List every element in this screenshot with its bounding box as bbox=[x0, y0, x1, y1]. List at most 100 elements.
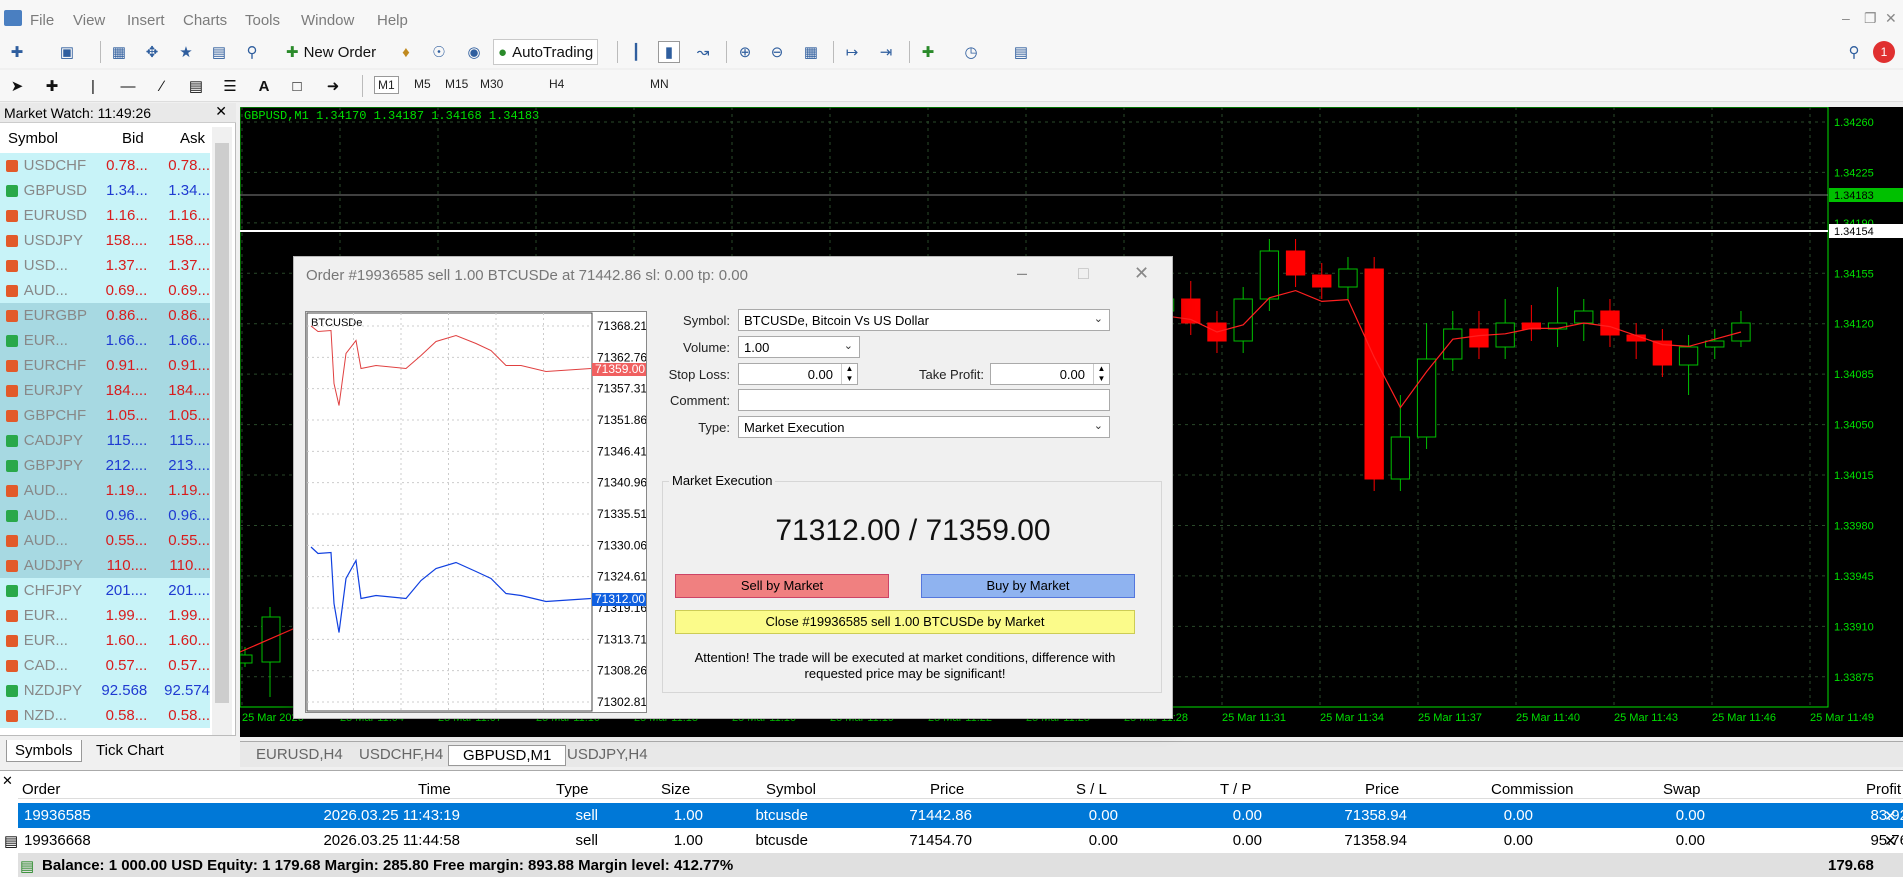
text-label-icon[interactable]: □ bbox=[286, 75, 308, 97]
close-trade-icon[interactable]: ✕ bbox=[1884, 807, 1897, 825]
timeframe-h4[interactable]: H4 bbox=[546, 76, 567, 92]
vertical-line-icon[interactable]: | bbox=[82, 75, 104, 97]
tab-usdchf-h4[interactable]: USDCHF,H4 bbox=[345, 745, 457, 764]
market-watch-row[interactable]: NZD... 0.58... 0.58... bbox=[0, 703, 210, 728]
periods-icon[interactable]: ◷ bbox=[960, 41, 982, 63]
column-current-price[interactable]: Price bbox=[1365, 781, 1399, 798]
minimize-icon[interactable]: – bbox=[1017, 263, 1027, 284]
market-watch-row[interactable]: EUR... 1.66... 1.66... bbox=[0, 328, 210, 353]
metaeditor-icon[interactable]: ♦ bbox=[395, 41, 417, 63]
signals-icon[interactable]: ☉ bbox=[428, 41, 450, 63]
trade-row[interactable]: ▤ 19936668 2026.03.25 11:44:58 sell 1.00 btcu… bbox=[4, 828, 1903, 853]
tab-gbpusd-m1[interactable]: GBPUSD,M1 bbox=[448, 745, 567, 766]
navigator-icon[interactable]: ★ bbox=[175, 41, 197, 63]
autotrading-button[interactable]: ● AutoTrading bbox=[493, 39, 599, 65]
tab-symbols[interactable]: Symbols bbox=[6, 740, 82, 762]
menu-charts[interactable]: Charts bbox=[183, 12, 227, 29]
zoom-out-icon[interactable]: ⊖ bbox=[766, 41, 788, 63]
market-watch-row[interactable]: USDJPY 158.... 158.... bbox=[0, 228, 210, 253]
close-icon[interactable]: ✕ bbox=[2, 773, 13, 789]
market-watch-row[interactable]: EURUSD 1.16... 1.16... bbox=[0, 203, 210, 228]
candlestick-icon[interactable]: ▮ bbox=[658, 41, 680, 63]
trade-row[interactable]: ▤ 19936585 2026.03.25 11:43:19 sell 1.00 btcu… bbox=[4, 803, 1903, 828]
menu-view[interactable]: View bbox=[73, 12, 105, 29]
menu-file[interactable]: File bbox=[30, 12, 54, 29]
menu-help[interactable]: Help bbox=[377, 12, 408, 29]
auto-scroll-icon[interactable]: ↦ bbox=[841, 41, 863, 63]
column-order[interactable]: Order bbox=[22, 781, 60, 798]
fibonacci-icon[interactable]: ☰ bbox=[219, 75, 241, 97]
market-watch-row[interactable]: USDCHF 0.78... 0.78... bbox=[0, 153, 210, 178]
market-watch-row[interactable]: EURJPY 184.... 184.... bbox=[0, 378, 210, 403]
bar-chart-icon[interactable]: ┃ bbox=[625, 41, 647, 63]
column-price[interactable]: Price bbox=[930, 781, 964, 798]
market-watch-row[interactable]: GBPCHF 1.05... 1.05... bbox=[0, 403, 210, 428]
tab-tick-chart[interactable]: Tick Chart bbox=[88, 740, 172, 761]
chart-shift-icon[interactable]: ⇥ bbox=[875, 41, 897, 63]
tab-usdjpy-h4[interactable]: USDJPY,H4 bbox=[553, 745, 662, 764]
close-icon[interactable]: ✕ bbox=[215, 103, 227, 120]
trendline-icon[interactable]: ∕ bbox=[151, 75, 173, 97]
data-window-icon[interactable]: ✥ bbox=[141, 41, 163, 63]
symbol-select[interactable]: BTCUSDe, Bitcoin Vs US Dollar ⌄ bbox=[738, 309, 1110, 331]
equidistant-channel-icon[interactable]: ▤ bbox=[185, 75, 207, 97]
market-watch-row[interactable]: AUDJPY 110.... 110.... bbox=[0, 553, 210, 578]
column-type[interactable]: Type bbox=[556, 781, 589, 798]
column-size[interactable]: Size bbox=[661, 781, 690, 798]
new-chart-icon[interactable]: ✚ bbox=[6, 41, 28, 63]
takeprofit-stepper[interactable]: ▲ ▼ bbox=[1093, 364, 1109, 384]
market-watch-row[interactable]: CHFJPY 201.... 201.... bbox=[0, 578, 210, 603]
text-icon[interactable]: A bbox=[253, 75, 275, 97]
market-watch-row[interactable]: EURGBP 0.86... 0.86... bbox=[0, 303, 210, 328]
volume-select[interactable]: 1.00 ⌄ bbox=[738, 336, 860, 358]
market-watch-row[interactable]: AUD... 1.19... 1.19... bbox=[0, 478, 210, 503]
horizontal-line-icon[interactable]: — bbox=[117, 75, 139, 97]
column-profit[interactable]: Profit bbox=[1866, 781, 1901, 798]
templates-icon[interactable]: ▤ bbox=[1010, 41, 1032, 63]
timeframe-m5[interactable]: M5 bbox=[411, 76, 434, 92]
minimize-icon[interactable]: – bbox=[1842, 10, 1850, 26]
column-sl[interactable]: S / L bbox=[1076, 781, 1107, 798]
column-swap[interactable]: Swap bbox=[1663, 781, 1701, 798]
market-watch-row[interactable]: AUD... 0.69... 0.69... bbox=[0, 278, 210, 303]
column-symbol[interactable]: Symbol bbox=[766, 781, 816, 798]
notification-badge[interactable]: 1 bbox=[1873, 41, 1895, 63]
close-trade-icon[interactable]: ✕ bbox=[1884, 832, 1897, 850]
new-order-button[interactable]: ✚ New Order bbox=[282, 39, 380, 65]
market-watch-row[interactable]: AUD... 0.96... 0.96... bbox=[0, 503, 210, 528]
zoom-in-icon[interactable]: ⊕ bbox=[734, 41, 756, 63]
column-time[interactable]: Time bbox=[418, 781, 451, 798]
market-watch-row[interactable]: EUR... 1.60... 1.60... bbox=[0, 628, 210, 653]
timeframe-m30[interactable]: M30 bbox=[477, 76, 506, 92]
arrows-icon[interactable]: ➜ bbox=[322, 75, 344, 97]
column-bid[interactable]: Bid bbox=[122, 130, 144, 147]
tile-windows-icon[interactable]: ▦ bbox=[800, 41, 822, 63]
market-watch-row[interactable]: AUD... 0.55... 0.55... bbox=[0, 528, 210, 553]
market-icon[interactable]: ◉ bbox=[463, 41, 485, 63]
close-icon[interactable]: ✕ bbox=[1134, 263, 1149, 284]
market-watch-row[interactable]: NZDJPY 92.568 92.574 bbox=[0, 678, 210, 703]
market-watch-row[interactable]: CADJPY 115.... 115.... bbox=[0, 428, 210, 453]
search-icon[interactable]: ⚲ bbox=[1843, 41, 1865, 63]
timeframe-m1[interactable]: M1 bbox=[374, 76, 399, 94]
timeframe-m15[interactable]: M15 bbox=[442, 76, 471, 92]
terminal-icon[interactable]: ▤ bbox=[208, 41, 230, 63]
close-icon[interactable]: ✕ bbox=[1885, 10, 1897, 27]
market-watch-icon[interactable]: ▦ bbox=[108, 41, 130, 63]
menu-insert[interactable]: Insert bbox=[127, 12, 165, 29]
menu-tools[interactable]: Tools bbox=[245, 12, 280, 29]
market-watch-row[interactable]: USD... 1.37... 1.37... bbox=[0, 253, 210, 278]
type-select[interactable]: Market Execution ⌄ bbox=[738, 416, 1110, 438]
profiles-icon[interactable]: ▣ bbox=[56, 41, 78, 63]
takeprofit-input[interactable]: 0.00 ▲ ▼ bbox=[990, 363, 1110, 385]
buy-by-market-button[interactable]: Buy by Market bbox=[921, 574, 1135, 598]
timeframe-mn[interactable]: MN bbox=[647, 76, 672, 92]
stoploss-input[interactable]: 0.00 ▲ ▼ bbox=[738, 363, 858, 385]
menu-window[interactable]: Window bbox=[301, 12, 354, 29]
column-symbol[interactable]: Symbol bbox=[8, 130, 58, 147]
indicators-icon[interactable]: ✚ bbox=[917, 41, 939, 63]
comment-input[interactable] bbox=[738, 389, 1110, 411]
crosshair-icon[interactable]: ✚ bbox=[41, 75, 63, 97]
scrollbar-thumb[interactable] bbox=[215, 143, 229, 703]
tab-eurusd-h4[interactable]: EURUSD,H4 bbox=[242, 745, 357, 764]
